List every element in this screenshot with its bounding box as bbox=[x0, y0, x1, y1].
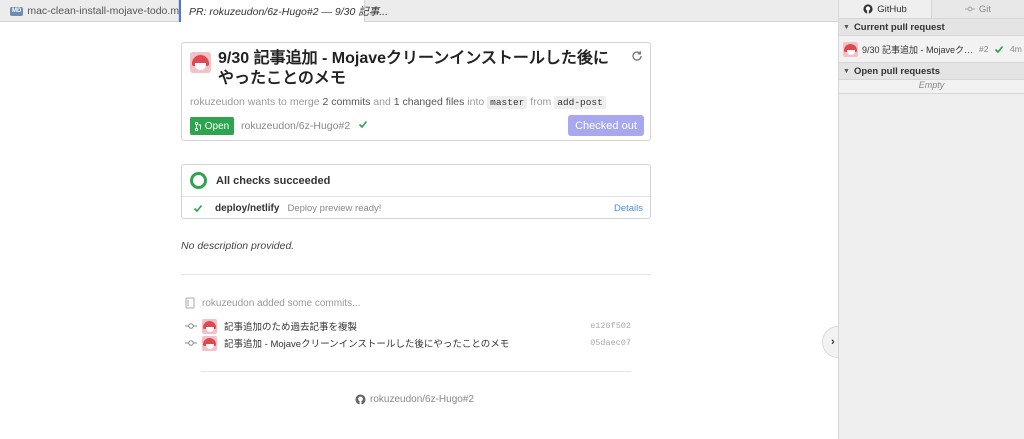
divider bbox=[181, 274, 651, 275]
commit-row[interactable]: 記事追加 - Mojaveクリーンインストールした後にやったことのメモ 05da… bbox=[185, 335, 631, 351]
current-pr-title: 9/30 記事追加 - Mojaveクリーンインストールした後にやったことのメモ bbox=[862, 44, 974, 55]
pr-author[interactable]: rokuzeudon bbox=[190, 96, 245, 108]
current-pr-section-header[interactable]: ▼ Current pull request bbox=[839, 19, 1024, 36]
base-branch: master bbox=[487, 96, 528, 109]
markdown-file-icon: MD bbox=[10, 6, 24, 16]
tab-github[interactable]: GitHub bbox=[839, 0, 932, 18]
pr-state-badge: Open bbox=[190, 117, 234, 135]
commit-author-avatar bbox=[202, 335, 217, 351]
commit-sha[interactable]: 05daec07 bbox=[590, 338, 631, 348]
tab-markdown-file[interactable]: MD mac-clean-install-mojave-todo.md bbox=[0, 0, 185, 22]
git-commit-icon bbox=[185, 323, 197, 329]
author-avatar bbox=[843, 41, 858, 57]
checkmark-icon bbox=[193, 204, 203, 213]
git-commit-icon bbox=[185, 340, 197, 346]
divider bbox=[201, 371, 631, 372]
pr-reference[interactable]: rokuzeudon/6z-Hugo#2 bbox=[241, 120, 350, 132]
commit-message: 記事追加 - Mojaveクリーンインストールした後にやったことのメモ bbox=[224, 339, 510, 350]
tab-git[interactable]: Git bbox=[932, 0, 1024, 18]
changed-files-count: 1 changed files bbox=[393, 96, 465, 108]
open-prs-empty-state: Empty bbox=[839, 80, 1024, 94]
refresh-icon[interactable] bbox=[631, 50, 643, 62]
open-prs-section-header[interactable]: ▼ Open pull requests bbox=[839, 63, 1024, 80]
tab-pull-request[interactable]: PR: rokuzeudon/6z-Hugo#2 — 9/30 記事... bbox=[179, 0, 388, 23]
triangle-down-icon: ▼ bbox=[843, 23, 850, 31]
commit-author-avatar bbox=[202, 318, 217, 334]
triangle-down-icon: ▼ bbox=[843, 67, 850, 75]
current-pr-number: #2 bbox=[979, 44, 989, 54]
checks-title: All checks succeeded bbox=[216, 174, 331, 187]
footer-link[interactable]: rokuzeudon/6z-Hugo#2 bbox=[355, 394, 474, 405]
pr-description: No description provided. bbox=[181, 240, 295, 252]
check-details-link[interactable]: Details bbox=[614, 203, 643, 214]
pull-request-icon bbox=[194, 121, 201, 131]
tab-bar: MD mac-clean-install-mojave-todo.md PR: … bbox=[0, 0, 838, 23]
tab-label: mac-clean-install-mojave-todo.md bbox=[27, 5, 185, 17]
github-logo-icon bbox=[863, 4, 873, 14]
chevron-right-icon: › bbox=[831, 336, 835, 348]
repo-push-icon bbox=[185, 297, 195, 309]
github-logo-icon bbox=[355, 394, 366, 405]
pr-header-card: 9/30 記事追加 - Mojaveクリーンインストールした後にやったことのメモ… bbox=[181, 42, 651, 141]
checkmark-icon bbox=[358, 120, 368, 129]
tab-label: PR: rokuzeudon/6z-Hugo#2 — 9/30 記事... bbox=[189, 6, 389, 18]
check-description: Deploy preview ready! bbox=[287, 202, 382, 214]
commit-row[interactable]: 記事追加のため過去記事を複製 e126f502 bbox=[185, 318, 631, 334]
checks-status-ring-icon bbox=[190, 172, 207, 189]
pr-detail-view: 9/30 記事追加 - Mojaveクリーンインストールした後にやったことのメモ… bbox=[0, 22, 854, 439]
checkout-button[interactable]: Checked out bbox=[568, 115, 644, 136]
current-pr-item[interactable]: 9/30 記事追加 - Mojaveクリーンインストールした後にやったことのメモ… bbox=[839, 36, 1024, 63]
git-commit-icon bbox=[964, 6, 975, 12]
checkmark-icon bbox=[994, 45, 1004, 54]
commit-count: 2 commits bbox=[322, 96, 371, 108]
check-item: deploy/netlify Deploy preview ready! Det… bbox=[182, 197, 650, 219]
merge-summary: rokuzeudon wants to merge 2 commits and … bbox=[190, 96, 606, 109]
current-pr-age: 4m bbox=[1010, 44, 1022, 54]
head-branch: add-post bbox=[554, 96, 606, 109]
timeline-header: rokuzeudon added some commits... bbox=[185, 297, 360, 309]
panel-tabs: GitHub Git bbox=[839, 0, 1024, 19]
author-avatar[interactable] bbox=[190, 52, 211, 73]
check-context: deploy/netlify bbox=[215, 202, 280, 214]
commit-sha[interactable]: e126f502 bbox=[590, 321, 631, 331]
github-panel: GitHub Git ▼ Current pull request 9/30 記… bbox=[838, 0, 1024, 439]
pr-title: 9/30 記事追加 - Mojaveクリーンインストールした後にやったことのメモ bbox=[218, 50, 609, 87]
commit-message: 記事追加のため過去記事を複製 bbox=[224, 322, 358, 333]
checks-header[interactable]: All checks succeeded bbox=[182, 165, 650, 197]
checks-card: All checks succeeded deploy/netlify Depl… bbox=[181, 164, 651, 219]
